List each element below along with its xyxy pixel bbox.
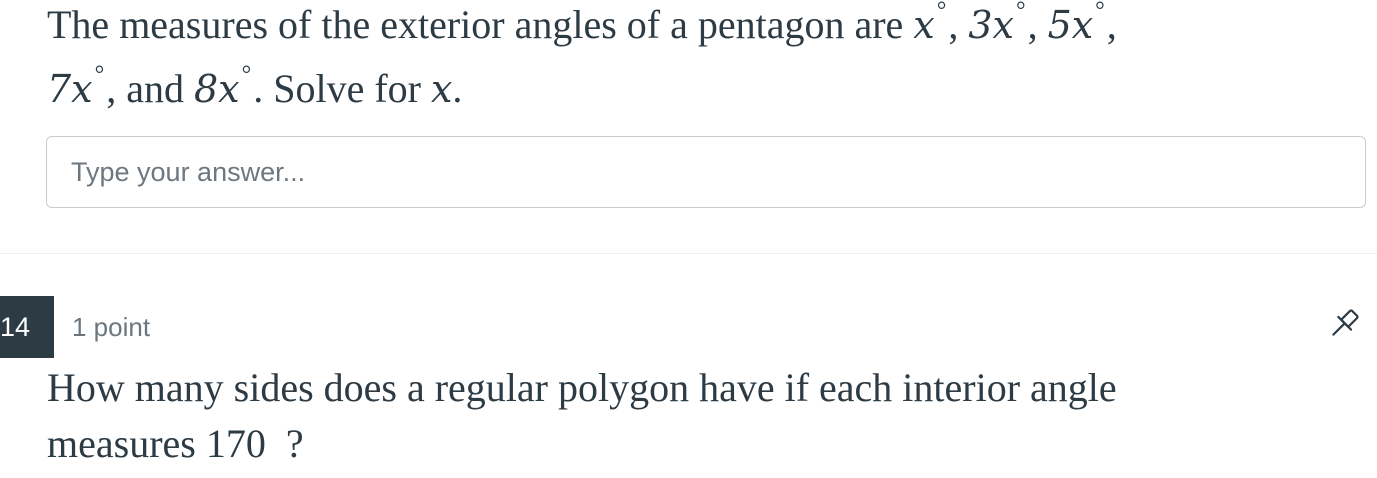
question-number-badge: 14 <box>0 296 54 358</box>
degree-symbol: ° <box>1095 0 1105 24</box>
question-13-text-line2: 7x°, and 8x°. Solve for x. <box>47 62 462 112</box>
math-var-8x: 8x <box>193 67 240 111</box>
question-points: 1 point <box>72 312 151 342</box>
question-divider <box>0 253 1377 254</box>
question-13-solve-for: . Solve for <box>253 66 431 111</box>
math-var-7x: 7x <box>47 67 93 111</box>
question-13-text-line1: The measures of the exterior angles of a… <box>47 0 1117 48</box>
degree-symbol: ° <box>1015 0 1026 24</box>
math-var-x: x <box>430 67 453 111</box>
degree-symbol: ° <box>936 0 947 24</box>
math-var-3x: 3x <box>968 3 1014 47</box>
comma: , <box>948 2 959 47</box>
math-var-x: x <box>913 3 935 47</box>
comma: , <box>1106 2 1117 47</box>
comma: , <box>1027 2 1038 47</box>
period: . <box>452 66 463 111</box>
answer-field-container[interactable] <box>46 136 1366 208</box>
question-14-text-line1: How many sides does a regular polygon ha… <box>47 365 1117 410</box>
math-var-5x: 5x <box>1047 3 1094 47</box>
question-14-text-line2: measures 170 ? <box>47 421 304 466</box>
degree-symbol: ° <box>241 62 252 88</box>
answer-input[interactable] <box>47 137 1365 207</box>
degree-symbol: ° <box>94 62 105 88</box>
question-13-prefix: The measures of the exterior angles of a… <box>47 2 914 47</box>
pin-icon[interactable] <box>1326 306 1362 342</box>
question-13-and: , and <box>106 66 194 111</box>
